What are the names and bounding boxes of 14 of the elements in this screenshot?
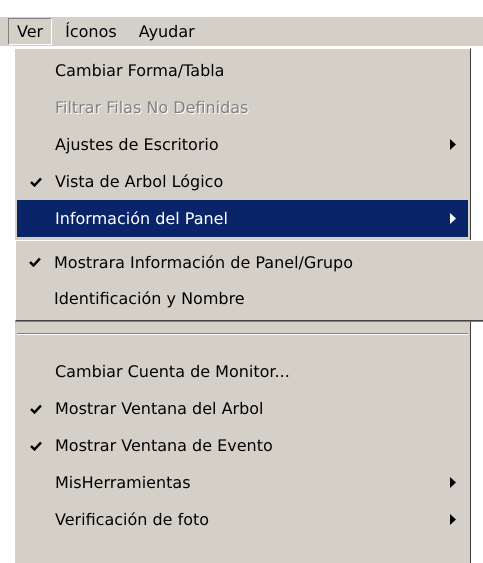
- menu-item[interactable]: Cambiar Cuenta de Monitor...: [17, 353, 468, 390]
- menu-item[interactable]: Cambiar Forma/Tabla: [17, 52, 468, 89]
- menu-bar-item[interactable]: Ayudar: [130, 18, 204, 45]
- menu-item[interactable]: Mostrara Información de Panel/Grupo: [16, 244, 483, 280]
- menu-item[interactable]: Mostrar Ventana de Evento: [17, 427, 468, 464]
- menu-bar-item[interactable]: Ver: [8, 18, 52, 45]
- menu-bar-item[interactable]: Íconos: [56, 18, 126, 45]
- menu-item[interactable]: MisHerramientas: [17, 464, 468, 501]
- menu-item[interactable]: Mostrar Ventana del Arbol: [17, 390, 468, 427]
- menu-item[interactable]: Identificación y Nombre: [16, 280, 483, 316]
- menu-item[interactable]: Verificación de foto: [17, 501, 468, 538]
- menu-item[interactable]: Ajustes de Escritorio: [17, 126, 468, 163]
- menu-item[interactable]: Vista de Arbol Lógico: [17, 163, 468, 200]
- menu-item[interactable]: Información del Panel: [17, 200, 468, 237]
